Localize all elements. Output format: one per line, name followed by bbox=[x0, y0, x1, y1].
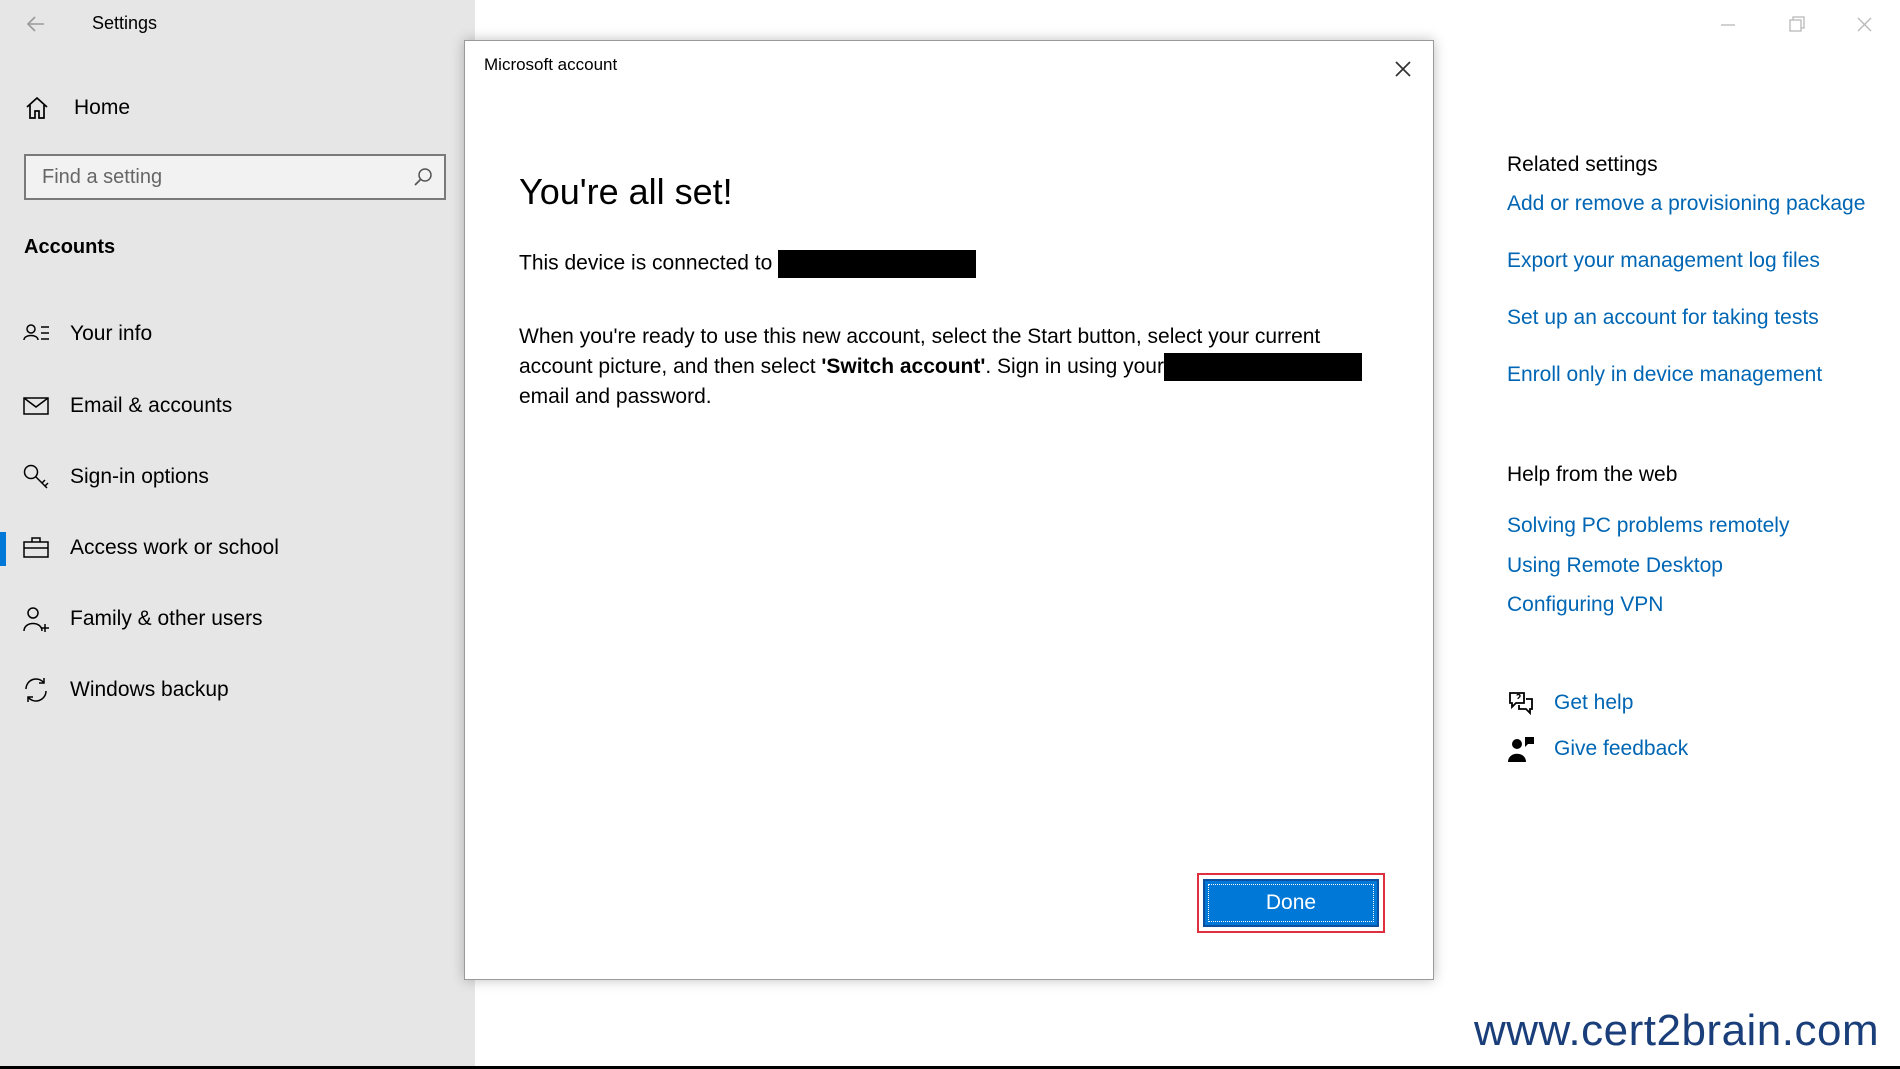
your-info-icon bbox=[23, 324, 49, 341]
key-icon bbox=[23, 464, 49, 489]
search-icon[interactable] bbox=[412, 166, 434, 188]
redacted-domain bbox=[1163, 353, 1362, 382]
get-help-icon bbox=[1509, 692, 1533, 716]
search-box bbox=[24, 154, 446, 200]
sidebar-item-label: Sign-in options bbox=[70, 465, 209, 488]
link-remote-desktop[interactable]: Using Remote Desktop bbox=[1507, 554, 1723, 578]
close-window-icon[interactable] bbox=[1844, 10, 1884, 40]
redacted-account-name bbox=[778, 250, 977, 278]
connected-text: This device is connected to bbox=[519, 250, 977, 278]
sidebar-item-access-work-or-school[interactable]: Access work or school bbox=[0, 520, 475, 576]
link-export-log-files[interactable]: Export your management log files bbox=[1507, 249, 1820, 273]
give-feedback-label: Give feedback bbox=[1554, 737, 1689, 760]
dialog-title: Microsoft account bbox=[484, 55, 618, 74]
sidebar-item-label: Email & accounts bbox=[70, 394, 233, 417]
minimize-icon[interactable] bbox=[1708, 10, 1748, 40]
sidebar-item-email-accounts[interactable]: Email & accounts bbox=[0, 378, 475, 434]
sidebar-item-label: Your info bbox=[70, 322, 153, 345]
microsoft-account-dialog: Microsoft account You're all set! This d… bbox=[464, 40, 1434, 980]
instructions-text: When you're ready to use this new accoun… bbox=[519, 322, 1389, 412]
sidebar-item-home[interactable]: Home bbox=[24, 92, 130, 124]
briefcase-icon bbox=[23, 537, 49, 558]
dialog-heading: You're all set! bbox=[519, 171, 733, 212]
link-configuring-vpn[interactable]: Configuring VPN bbox=[1507, 593, 1663, 617]
sidebar: Settings Home Accounts Your info Email &… bbox=[0, 0, 475, 1069]
link-provisioning-package[interactable]: Add or remove a provisioning package bbox=[1507, 192, 1865, 216]
section-title: Accounts bbox=[24, 236, 116, 258]
sidebar-item-your-info[interactable]: Your info bbox=[0, 306, 475, 362]
restore-icon[interactable] bbox=[1776, 10, 1816, 40]
link-account-for-tests[interactable]: Set up an account for taking tests bbox=[1507, 306, 1819, 330]
close-icon[interactable] bbox=[1387, 53, 1419, 85]
mail-icon bbox=[23, 397, 49, 415]
sidebar-item-sign-in-options[interactable]: Sign-in options bbox=[0, 449, 475, 505]
related-settings-heading: Related settings bbox=[1507, 153, 1658, 176]
link-enroll-device-management[interactable]: Enroll only in device management bbox=[1507, 363, 1822, 387]
help-heading: Help from the web bbox=[1507, 463, 1678, 486]
sidebar-item-family-other-users[interactable]: Family & other users bbox=[0, 591, 475, 647]
search-input[interactable] bbox=[26, 156, 412, 198]
sidebar-item-label: Family & other users bbox=[70, 607, 263, 630]
home-label: Home bbox=[74, 96, 131, 119]
sync-icon bbox=[25, 678, 47, 702]
home-icon bbox=[26, 96, 48, 119]
give-feedback-link[interactable]: Give feedback bbox=[1507, 734, 1688, 764]
get-help-link[interactable]: Get help bbox=[1507, 688, 1633, 718]
done-highlight: Done bbox=[1197, 873, 1385, 933]
app-title: Settings bbox=[92, 13, 158, 33]
give-feedback-icon bbox=[1508, 737, 1534, 762]
link-solving-pc-problems[interactable]: Solving PC problems remotely bbox=[1507, 514, 1789, 538]
add-person-icon bbox=[23, 607, 49, 632]
sidebar-item-label: Windows backup bbox=[70, 678, 229, 701]
sidebar-item-label: Access work or school bbox=[70, 536, 279, 559]
sidebar-item-windows-backup[interactable]: Windows backup bbox=[0, 662, 475, 718]
back-arrow-icon[interactable] bbox=[24, 12, 48, 36]
watermark: www.cert2brain.com bbox=[1474, 1006, 1880, 1055]
done-button[interactable]: Done bbox=[1203, 879, 1379, 927]
get-help-label: Get help bbox=[1554, 691, 1634, 714]
